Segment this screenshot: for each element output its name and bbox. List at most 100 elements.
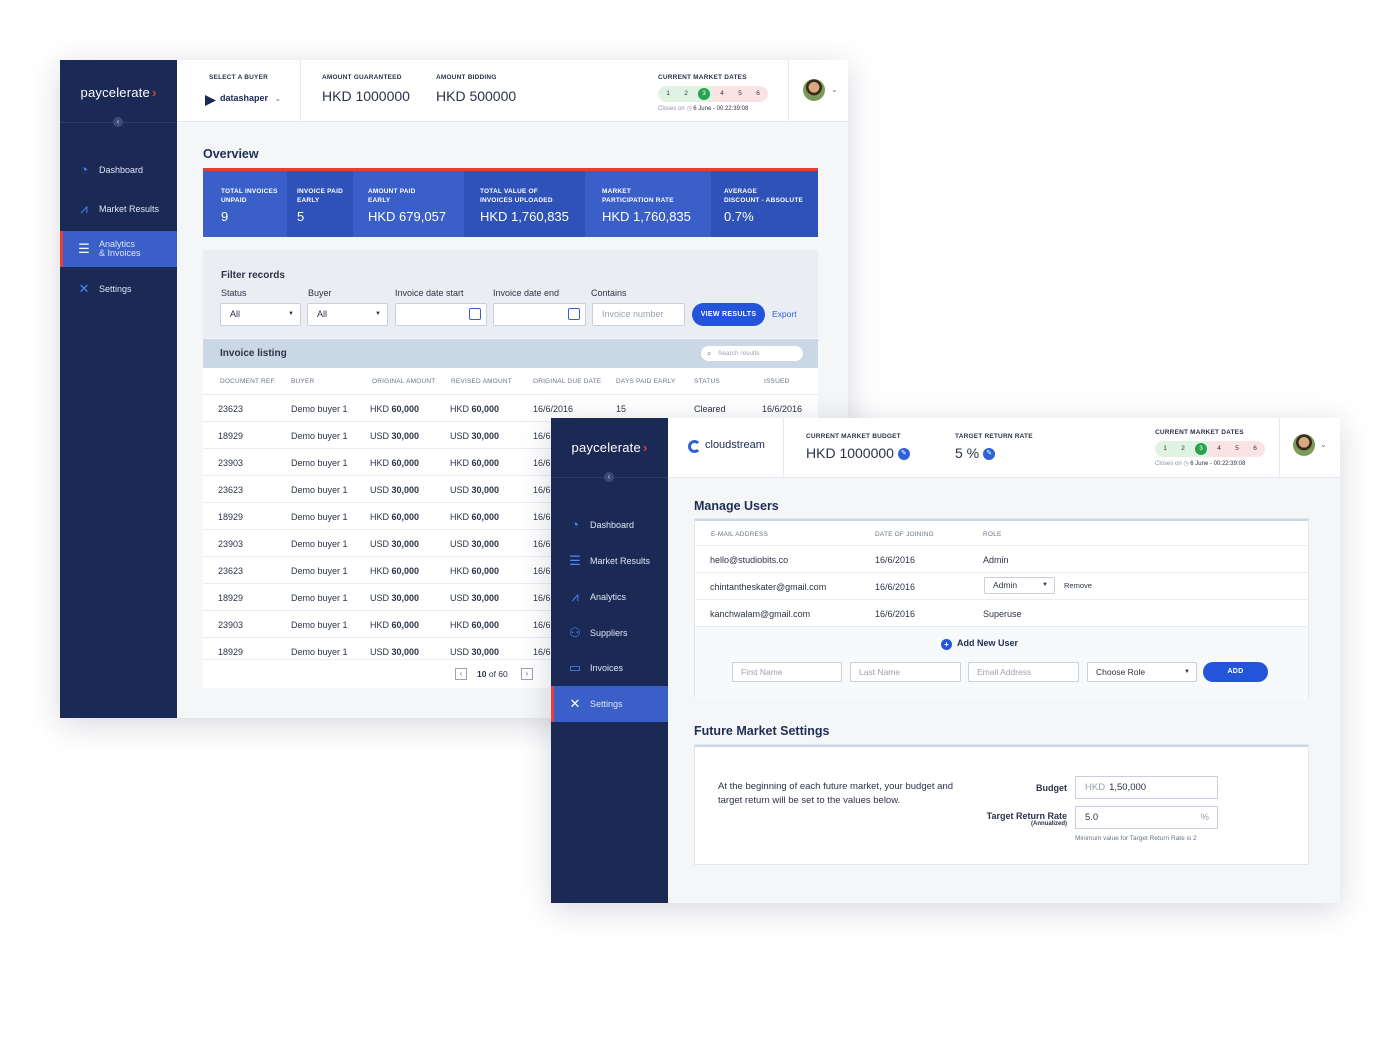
sidebar-item-suppliers[interactable]: ⚇ Suppliers <box>551 615 668 651</box>
revised-amount: USD 30,000 <box>450 539 499 549</box>
page-current: 10 <box>477 669 487 679</box>
sidebar-item-label: Suppliers <box>590 628 628 638</box>
calendar-icon[interactable] <box>568 308 580 320</box>
sidebar-item-market-results[interactable]: ☰ Market Results <box>551 543 668 579</box>
stat-card: TOTAL VALUE OF INVOICES UPLOADED HKD 1,760… <box>464 171 585 237</box>
add-user-section: + Add New User First Name Last Name Email… <box>695 626 1308 699</box>
market-date[interactable]: 1 <box>1159 443 1171 455</box>
cell-issued: 16/6/2016 <box>762 404 803 414</box>
future-market-panel: At the beginning of each future market, … <box>694 744 1309 865</box>
dropdown-arrow-icon: ▼ <box>375 311 381 317</box>
remove-user-link[interactable]: Remove <box>1064 581 1092 590</box>
export-link[interactable]: Export <box>772 309 797 319</box>
label-line-2: & Invoices <box>99 248 141 258</box>
market-date[interactable]: 5 <box>734 88 746 100</box>
first-name-input[interactable]: First Name <box>732 662 842 682</box>
dropdown-arrow-icon: ▼ <box>288 311 294 317</box>
collapse-sidebar-icon[interactable]: ‹ <box>113 117 123 127</box>
amount: 30,000 <box>391 647 420 657</box>
sidebar-item-settings[interactable]: ✕ Settings <box>551 686 668 722</box>
column-header[interactable]: ISSUED <box>764 378 789 385</box>
sidebar-item-settings[interactable]: ✕ Settings <box>60 271 177 307</box>
cell-due: 16/6 <box>533 593 551 603</box>
choose-role-select[interactable]: Choose Role ▼ <box>1087 662 1197 682</box>
column-header[interactable]: ORIGINAL DUE DATE <box>533 378 601 385</box>
buyer-selector[interactable]: datashaper ⌄ <box>220 93 281 103</box>
market-date[interactable]: 6 <box>1249 443 1261 455</box>
chevron-down-icon[interactable]: ⌄ <box>831 85 838 94</box>
calendar-icon[interactable] <box>469 308 481 320</box>
sidebar-item-dashboard[interactable]: ◔ Dashboard <box>551 507 668 543</box>
column-header[interactable]: ORIGINAL AMOUNT <box>372 378 435 385</box>
next-page-icon[interactable]: › <box>521 668 533 680</box>
column-header[interactable]: DOCUMENT REF. <box>220 378 276 385</box>
cell-buyer: Demo buyer 1 <box>291 458 348 468</box>
paycelerate-logo[interactable]: paycelerate › <box>551 440 668 455</box>
cell-due: 16/6 <box>533 539 551 549</box>
status-select[interactable]: All ▼ <box>220 303 301 326</box>
search-input[interactable]: ⌕ Search results <box>701 346 803 361</box>
user-email: chintantheskater@gmail.com <box>710 582 827 592</box>
collapse-sidebar-icon[interactable]: ‹ <box>604 472 614 482</box>
market-date-current[interactable]: 3 <box>698 88 710 100</box>
chevron-down-icon[interactable]: ⌄ <box>1320 440 1327 449</box>
market-date[interactable]: 4 <box>1213 443 1225 455</box>
currency: USD <box>450 647 470 657</box>
market-date[interactable]: 2 <box>1177 443 1189 455</box>
date-start-input[interactable] <box>395 303 487 326</box>
market-date[interactable]: 1 <box>662 88 674 100</box>
buyer-select[interactable]: All ▼ <box>307 303 388 326</box>
budget-input[interactable]: HKD 1,50,000 <box>1075 776 1218 799</box>
cell-ref: 23623 <box>218 566 244 576</box>
market-date[interactable]: 5 <box>1231 443 1243 455</box>
sidebar-item-market-results[interactable]: ⩘ Market Results <box>60 191 177 227</box>
sidebar-item-analytics[interactable]: ⩘ Analytics <box>551 579 668 615</box>
sidebar-item-analytics-invoices[interactable]: ☰ Analytics & Invoices <box>60 231 177 267</box>
buyer-value: All <box>317 309 328 319</box>
target-return-label-text: Target Return Rate <box>986 811 1067 821</box>
contains-input[interactable]: Invoice number <box>592 303 685 326</box>
cell-ref: 18929 <box>218 431 244 441</box>
column-header[interactable]: STATUS <box>694 378 720 385</box>
column-header[interactable]: REVISED AMOUNT <box>451 378 512 385</box>
buyer-label: Buyer <box>308 288 332 298</box>
last-name-input[interactable]: Last Name <box>850 662 961 682</box>
add-new-user-toggle[interactable]: + Add New User <box>941 638 1018 650</box>
cell-due: 16/6 <box>533 431 551 441</box>
target-return-input[interactable]: 5.0% <box>1075 806 1218 829</box>
email-input[interactable]: Email Address <box>968 662 1079 682</box>
panel-accent <box>695 519 1308 521</box>
sidebar-item-invoices[interactable]: ▭ Invoices <box>551 650 668 686</box>
view-results-button[interactable]: VIEW RESULTS <box>692 303 765 326</box>
role-select[interactable]: Admin ▼ <box>984 577 1055 594</box>
cell-ref: 18929 <box>218 593 244 603</box>
settings-icon: ✕ <box>78 281 90 296</box>
market-date[interactable]: 6 <box>752 88 764 100</box>
stat-label: MARKET PARTICIPATION RATE <box>602 187 711 205</box>
original-amount: USD 30,000 <box>370 647 419 657</box>
cell-due: 16/6 <box>533 512 551 522</box>
avatar[interactable] <box>803 79 825 101</box>
edit-icon[interactable]: ✎ <box>897 448 910 461</box>
market-date-current[interactable]: 3 <box>1195 443 1207 455</box>
add-user-button[interactable]: ADD <box>1203 662 1268 682</box>
stat-label: AMOUNT PAID EARLY <box>368 187 464 205</box>
avatar[interactable] <box>1293 434 1315 456</box>
market-date[interactable]: 2 <box>680 88 692 100</box>
market-date[interactable]: 4 <box>716 88 728 100</box>
column-header[interactable]: DAYS PAID EARLY <box>616 378 675 385</box>
table-row[interactable]: 23623 Demo buyer 1 HKD 60,000 HKD 60,000 16/… <box>203 394 818 421</box>
user-email: kanchwalam@gmail.com <box>710 609 811 619</box>
target-return-label: Target Return Rate (Annualized) <box>955 811 1067 827</box>
user-date: 16/6/2016 <box>875 582 916 592</box>
manage-users-panel: E-MAIL ADDRESS DATE OF JOINING ROLE hell… <box>694 518 1309 699</box>
amount: 60,000 <box>391 458 420 468</box>
dashboard-icon: ◔ <box>571 517 579 532</box>
sidebar-item-dashboard[interactable]: ◔ Dashboard <box>60 152 177 188</box>
date-end-input[interactable] <box>493 303 586 326</box>
return-rate-value: 5 % ✎ <box>955 445 996 461</box>
edit-icon[interactable]: ✎ <box>983 448 996 461</box>
prev-page-icon[interactable]: ‹ <box>455 668 467 680</box>
column-header[interactable]: BUYER <box>291 378 314 385</box>
paycelerate-logo[interactable]: paycelerate › <box>60 85 177 100</box>
